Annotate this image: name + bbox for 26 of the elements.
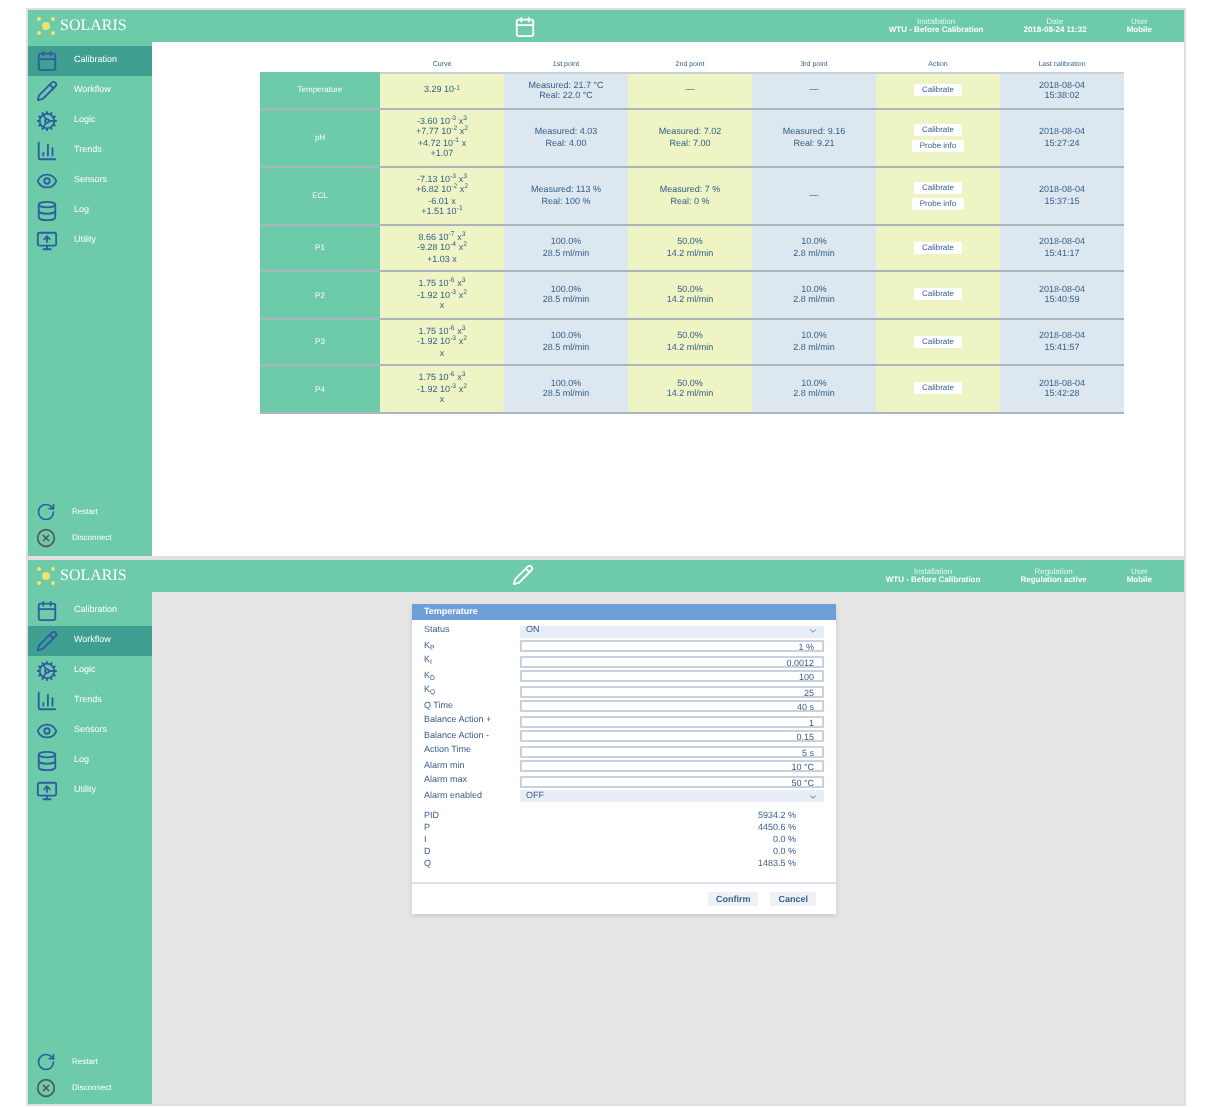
sun-logo-icon	[36, 16, 56, 36]
database-icon	[36, 749, 58, 771]
gear-icon	[36, 659, 58, 681]
sun-logo-icon	[36, 565, 56, 585]
close-icon	[36, 528, 56, 548]
pencil-icon	[511, 564, 534, 586]
close-icon	[36, 1077, 56, 1097]
eye-icon	[36, 170, 58, 192]
pencil-icon	[36, 629, 58, 651]
bar-chart-icon	[36, 689, 58, 711]
calendar-icon	[36, 50, 58, 72]
calendar-icon	[36, 599, 58, 621]
eye-icon	[36, 719, 58, 741]
monitor-icon	[36, 230, 58, 252]
calendar-icon	[513, 15, 536, 37]
chevron-down-icon	[808, 791, 818, 801]
refresh-icon	[36, 502, 56, 522]
logo-text: SOLARIS	[60, 18, 127, 34]
monitor-icon	[36, 779, 58, 801]
gear-icon	[36, 110, 58, 132]
logo-text: SOLARIS	[60, 567, 127, 583]
database-icon	[36, 200, 58, 222]
chevron-down-icon	[808, 626, 818, 636]
bar-chart-icon	[36, 140, 58, 162]
pencil-icon	[36, 80, 58, 102]
refresh-icon	[36, 1051, 56, 1071]
